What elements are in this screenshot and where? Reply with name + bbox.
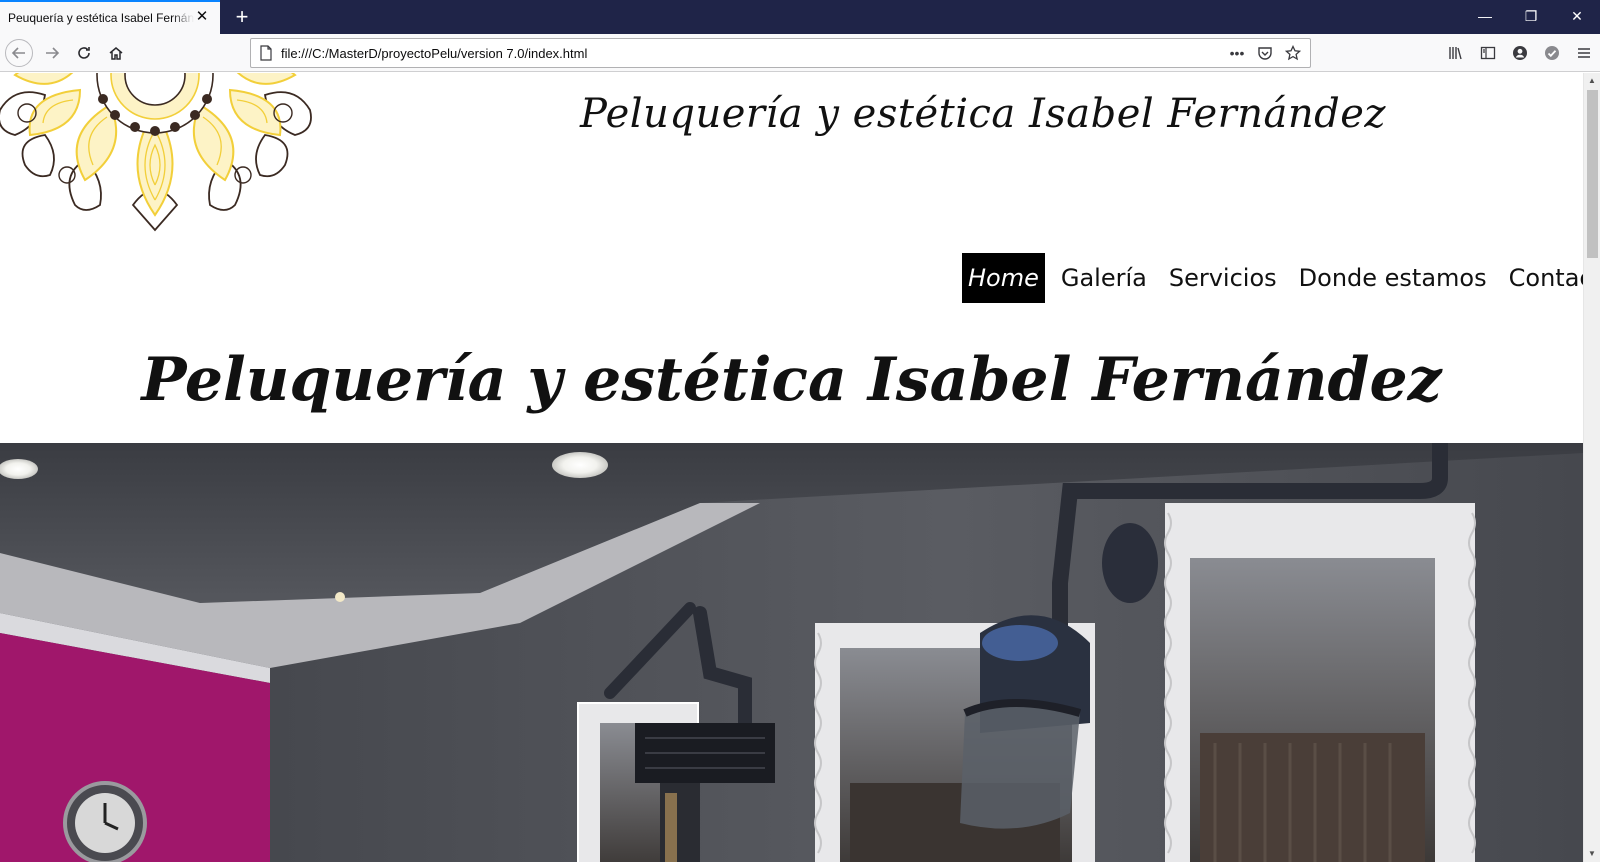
back-button[interactable] [5,39,33,67]
bookmark-star-icon[interactable] [1282,42,1304,64]
nav-home[interactable]: Home [962,253,1045,303]
tab-close-icon[interactable]: ✕ [194,9,210,25]
home-icon [109,47,123,60]
forward-arrow-icon [46,47,60,59]
tab-title: Peuquería y estética Isabel Fernández [8,11,194,25]
hero-salon-photo [0,443,1583,862]
menu-icon[interactable] [1568,38,1600,68]
reload-icon [78,47,90,59]
nav-donde-estamos[interactable]: Donde estamos [1293,253,1493,303]
page-viewport: Peluquería y estética Isabel Fernández H… [0,73,1600,862]
reload-button[interactable] [69,38,99,68]
nav-servicios[interactable]: Servicios [1163,253,1283,303]
scroll-thumb[interactable] [1587,90,1598,258]
pocket-icon[interactable] [1254,42,1276,64]
forward-button[interactable] [37,38,67,68]
page-actions-icon[interactable]: ••• [1226,42,1248,64]
url-bar[interactable]: file:///C:/MasterD/proyectoPelu/version … [250,38,1311,68]
nav-galeria[interactable]: Galería [1055,253,1153,303]
hero-title: Peluquería y estética Isabel Fernández [141,345,1442,415]
home-button[interactable] [101,38,131,68]
account-icon[interactable] [1504,38,1536,68]
extension-icon[interactable] [1536,38,1568,68]
mandala-logo [0,73,330,238]
scroll-up-icon[interactable]: ▲ [1584,73,1600,89]
new-tab-button[interactable]: + [230,4,254,30]
browser-toolbar: file:///C:/MasterD/proyectoPelu/version … [0,34,1600,72]
main-navigation: Home Galería Servicios Donde estamos Con… [962,253,1600,303]
back-arrow-icon [11,47,25,59]
scroll-down-icon[interactable]: ▼ [1584,846,1600,862]
page-icon [251,39,281,67]
close-window-icon[interactable]: ✕ [1554,0,1600,32]
restore-icon[interactable]: ❐ [1508,0,1554,32]
minimize-icon[interactable]: — [1462,0,1508,32]
site-header-title: Peluquería y estética Isabel Fernández [580,91,1386,137]
page-scrollbar[interactable]: ▲ ▼ [1583,73,1600,862]
library-icon[interactable] [1440,38,1472,68]
browser-tab-strip: Peuquería y estética Isabel Fernández ✕ … [0,0,1600,34]
browser-tab[interactable]: Peuquería y estética Isabel Fernández ✕ [0,0,220,34]
sidebar-icon[interactable] [1472,38,1504,68]
url-text[interactable]: file:///C:/MasterD/proyectoPelu/version … [281,46,1226,61]
